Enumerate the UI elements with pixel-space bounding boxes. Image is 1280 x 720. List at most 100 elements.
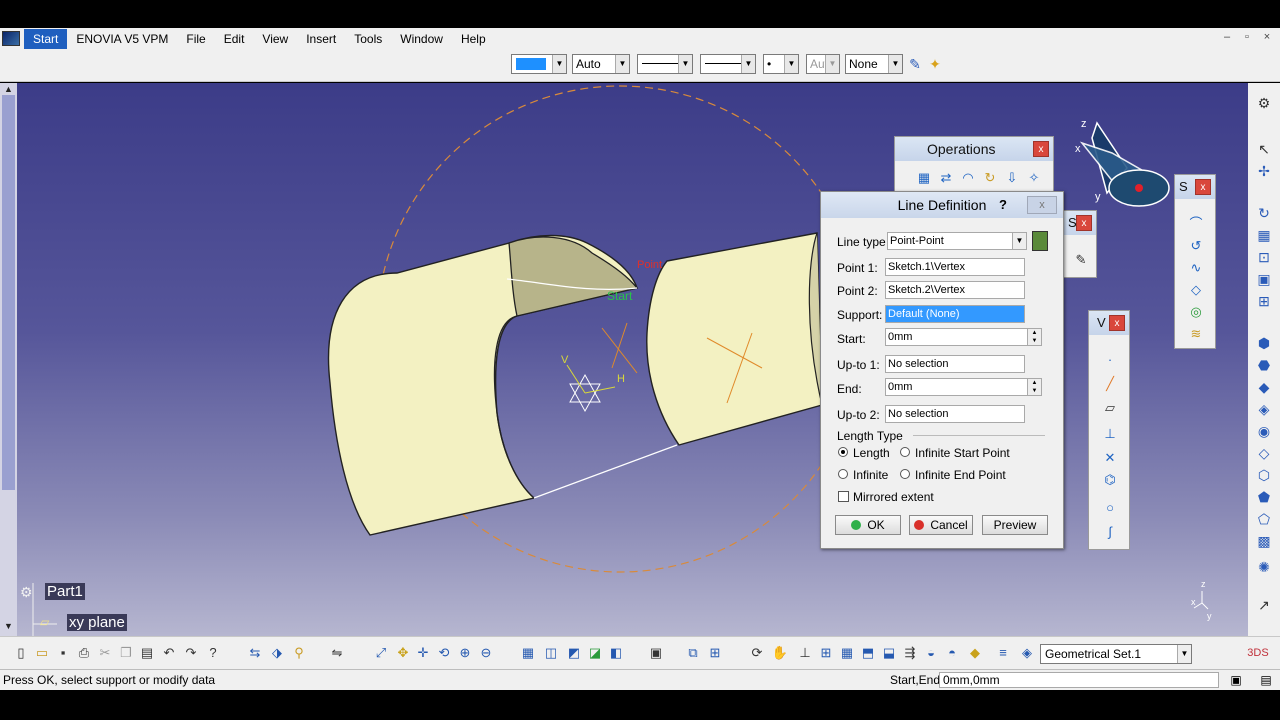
tree-item-xy-plane[interactable]: xy plane: [67, 614, 127, 631]
close-icon[interactable]: x: [1076, 215, 1092, 231]
revolve-icon[interactable]: ↺: [1187, 237, 1205, 255]
join-icon[interactable]: ▦: [915, 169, 933, 187]
format-painter-icon[interactable]: ✎: [906, 54, 924, 74]
right-cylinder-surface[interactable]: [646, 232, 823, 446]
slot-icon[interactable]: ⬡: [1255, 467, 1273, 483]
swap-visible-icon[interactable]: ◧: [607, 644, 625, 662]
open-icon[interactable]: ▭: [33, 644, 51, 662]
close-icon[interactable]: x: [1109, 315, 1125, 331]
hole-icon[interactable]: ◉: [1255, 423, 1273, 439]
transform-icon[interactable]: ✧: [1025, 169, 1043, 187]
radio-infinite[interactable]: [838, 469, 848, 479]
status-input[interactable]: 0mm,0mm: [939, 672, 1219, 688]
body-icon[interactable]: ▣: [1255, 271, 1273, 287]
examine-icon[interactable]: ⬗: [268, 644, 286, 662]
scroll-up-icon[interactable]: ▲: [2, 84, 15, 94]
hide-show-icon[interactable]: ◪: [586, 644, 604, 662]
redo-icon[interactable]: ↷: [182, 644, 200, 662]
radio-infinite-start[interactable]: [900, 447, 910, 457]
update-icon[interactable]: ↻: [1255, 205, 1273, 221]
extrude-icon[interactable]: ⌒: [1187, 215, 1205, 233]
intersection-icon[interactable]: ✕: [1101, 449, 1119, 467]
select-icon[interactable]: ↖: [1255, 141, 1273, 157]
start-field[interactable]: 0mm ▲ ▼: [885, 328, 1042, 346]
surface-operation-icon[interactable]: ◒: [922, 644, 940, 662]
upto1-field[interactable]: No selection: [885, 355, 1025, 373]
grid-snap-icon[interactable]: ⊞: [817, 644, 835, 662]
normal-view-icon[interactable]: ▦: [519, 644, 537, 662]
constraint-icon[interactable]: ⊡: [1255, 249, 1273, 265]
offset-icon[interactable]: ◎: [1187, 303, 1205, 321]
scan-icon[interactable]: ◓: [943, 644, 961, 662]
groove-icon[interactable]: ◈: [1255, 401, 1273, 417]
extract-icon[interactable]: ⇩: [1003, 169, 1021, 187]
shading-icon[interactable]: ◩: [565, 644, 583, 662]
fit-all-icon[interactable]: ⤢: [372, 644, 390, 662]
save-icon[interactable]: ▪: [54, 644, 72, 662]
close-window-button[interactable]: ×: [1258, 30, 1276, 46]
sketcher-icon[interactable]: ✎: [1072, 251, 1090, 269]
measure-between-icon[interactable]: ⧉: [684, 644, 702, 662]
blend-icon[interactable]: ≋: [1187, 325, 1205, 343]
paste-icon[interactable]: ▤: [138, 644, 156, 662]
layer-combo[interactable]: None ▼: [845, 54, 903, 74]
ok-button[interactable]: OK: [835, 515, 901, 535]
menu-tools[interactable]: Tools: [345, 29, 391, 49]
sketch-toolbar-title[interactable]: S x: [1064, 211, 1096, 235]
fill-icon[interactable]: ◇: [1187, 281, 1205, 299]
preview-button[interactable]: Preview: [982, 515, 1048, 535]
graphic-properties-icon[interactable]: ✦: [926, 54, 944, 74]
point2-field[interactable]: Sketch.2\Vertex: [885, 281, 1025, 299]
pan-icon[interactable]: ✥: [394, 644, 412, 662]
sweep-icon[interactable]: ∿: [1187, 259, 1205, 277]
rotate-icon[interactable]: ⟲: [435, 644, 453, 662]
point-icon[interactable]: ·: [1101, 351, 1119, 369]
combine-icon[interactable]: ⌬: [1101, 471, 1119, 489]
menu-edit[interactable]: Edit: [215, 29, 254, 49]
line-type-select[interactable]: Point-Point ▼: [887, 232, 1027, 250]
sweep-operation-icon[interactable]: ⇶: [901, 644, 919, 662]
catalog-browser-icon[interactable]: ▣: [647, 644, 665, 662]
split-icon[interactable]: ⇄: [937, 169, 955, 187]
geometrical-set-combo[interactable]: Geometrical Set.1 ▼: [1040, 644, 1192, 664]
new-icon[interactable]: ▯: [12, 644, 30, 662]
zoom-in-icon[interactable]: ⊕: [456, 644, 474, 662]
support-field[interactable]: Default (None): [885, 305, 1025, 323]
close-icon[interactable]: x: [1195, 179, 1211, 195]
line-type-combo[interactable]: ▼: [700, 54, 756, 74]
menu-file[interactable]: File: [177, 29, 214, 49]
color-combo[interactable]: ▼: [511, 54, 567, 74]
knowledge-icon[interactable]: ◆: [966, 644, 984, 662]
axis-system-icon[interactable]: ⊥: [796, 644, 814, 662]
status-clear-icon[interactable]: ▤: [1258, 672, 1274, 688]
end-field[interactable]: 0mm ▲ ▼: [885, 378, 1042, 396]
update-all-icon[interactable]: ⟳: [748, 644, 766, 662]
help-button[interactable]: ?: [999, 192, 1007, 218]
projection-icon[interactable]: ⊥: [1101, 425, 1119, 443]
lock-icon[interactable]: [1032, 231, 1048, 251]
analysis-icon[interactable]: ✺: [1255, 559, 1273, 575]
start-spinner[interactable]: ▲ ▼: [1027, 329, 1041, 345]
viewport-scrollbar[interactable]: ▲ ▼: [0, 83, 17, 636]
thickness-icon[interactable]: ▩: [1255, 533, 1273, 549]
pocket-icon[interactable]: ⬣: [1255, 357, 1273, 373]
pad-icon[interactable]: ⬢: [1255, 335, 1273, 351]
plane-icon[interactable]: ▱: [1101, 399, 1119, 417]
tools-icon[interactable]: ⚲: [290, 644, 308, 662]
measure-item-icon[interactable]: ⊞: [706, 644, 724, 662]
close-icon[interactable]: x: [1033, 141, 1049, 157]
scroll-down-icon[interactable]: ▼: [2, 621, 15, 631]
shaft-icon[interactable]: ◆: [1255, 379, 1273, 395]
whats-this-icon[interactable]: ?: [204, 644, 222, 662]
menu-window[interactable]: Window: [391, 29, 452, 49]
geometrical-set-icon[interactable]: ◈: [1018, 644, 1036, 662]
trim-icon[interactable]: ↻: [981, 169, 999, 187]
hand-icon[interactable]: ✋: [771, 644, 789, 662]
catia-logo-icon[interactable]: [2, 31, 20, 46]
restore-button[interactable]: ▫: [1238, 30, 1256, 46]
menu-view[interactable]: View: [253, 29, 297, 49]
fly-mode-icon[interactable]: ⇆: [246, 644, 264, 662]
snap-icon[interactable]: ✢: [1255, 163, 1273, 179]
undo-icon[interactable]: ↶: [160, 644, 178, 662]
grid-icon[interactable]: ▦: [838, 644, 856, 662]
